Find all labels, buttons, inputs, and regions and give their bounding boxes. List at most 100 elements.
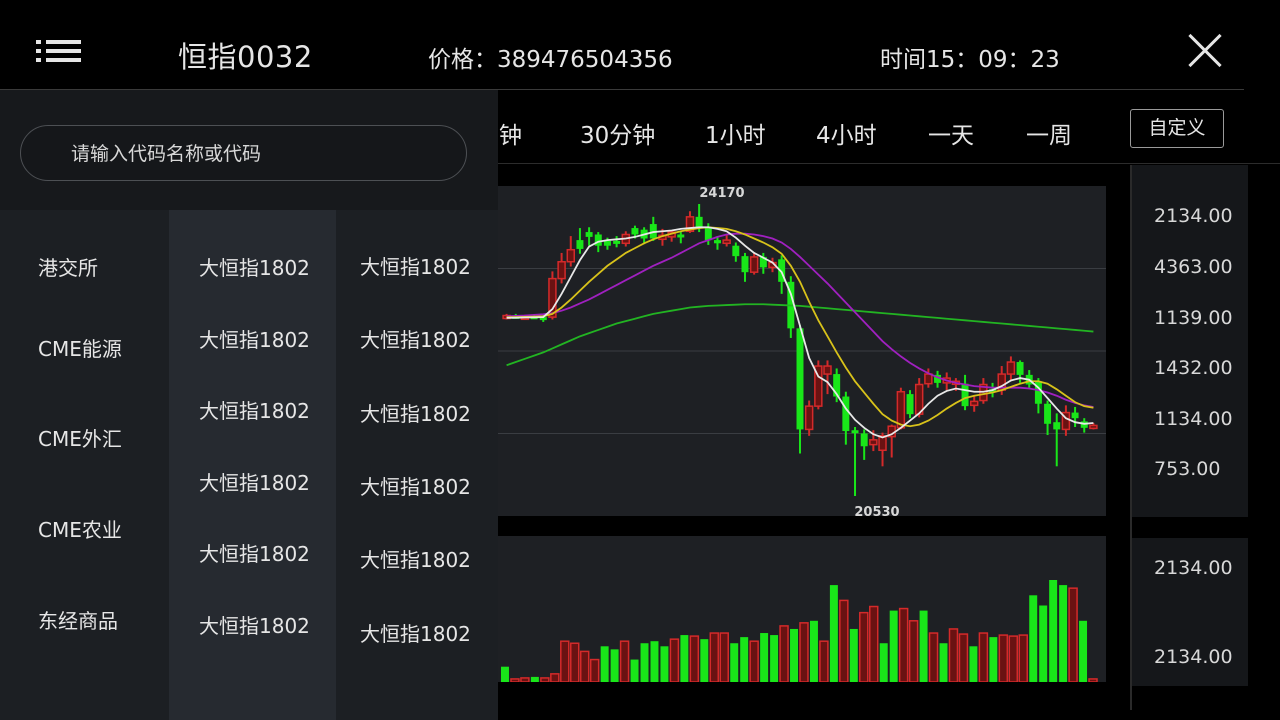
volume-bar [1008, 635, 1019, 682]
search-input[interactable] [69, 126, 453, 182]
volume-bar [779, 625, 789, 682]
volume-bar [869, 605, 879, 682]
category-item[interactable]: CME能源 [38, 333, 122, 362]
category-item[interactable]: 东经商品 [38, 605, 118, 634]
contract-item[interactable]: 大恒指1802 [199, 324, 310, 353]
contract-item[interactable]: 大恒指1802 [199, 395, 310, 424]
tab-period-30min[interactable]: 30分钟 [580, 116, 655, 150]
instrument-title: 恒指0032 [178, 40, 313, 74]
volume-bar [589, 658, 600, 682]
candle-body [823, 365, 832, 375]
category-item[interactable]: CME外汇 [38, 423, 122, 452]
candle-body [842, 396, 850, 432]
candle-body [924, 373, 933, 385]
category-item[interactable]: 港交所 [38, 252, 98, 281]
contract-item[interactable]: 大恒指1802 [360, 544, 471, 573]
candle-body [594, 234, 602, 246]
price-axis-label: 1139.00 [1154, 307, 1233, 329]
volume-bar [1059, 585, 1068, 682]
price-axis-label: 1432.00 [1154, 357, 1233, 379]
candle-body [576, 240, 584, 249]
volume-bar [610, 649, 619, 682]
volume-bar [1029, 595, 1038, 682]
contract-list-2: 大恒指1802 大恒指1802 大恒指1802 大恒指1802 大恒指1802 … [336, 210, 498, 720]
candle-body [961, 383, 969, 407]
candle-body [896, 390, 906, 429]
volume-bar [700, 639, 709, 682]
volume-bar [958, 633, 969, 682]
volume-bar [550, 673, 560, 682]
candle-body [851, 430, 859, 434]
candle-body [741, 256, 749, 273]
volume-axis-label: 2134.00 [1154, 557, 1233, 579]
instrument-drawer: 港交所 CME能源 CME外汇 CME农业 东经商品 大恒指1802 大恒指18… [0, 90, 498, 720]
tab-period-4h[interactable]: 4小时 [816, 116, 877, 150]
top-bar: 恒指0032 价格：389476504356 时间15：09：23 [0, 0, 1280, 90]
custom-period-button[interactable]: 自定义 [1130, 109, 1224, 148]
candle-body [566, 248, 576, 263]
search-box[interactable] [20, 125, 467, 182]
candle-body [631, 228, 639, 235]
volume-bar [689, 635, 700, 682]
axis-divider [1130, 165, 1132, 710]
candlestick-svg: 24170 20530 [498, 186, 1106, 516]
volume-bar [740, 637, 749, 682]
volume-bar [1049, 580, 1058, 682]
candle-body [969, 400, 979, 407]
candle-body [695, 216, 703, 228]
volume-bar [978, 632, 989, 682]
volume-bar [889, 610, 898, 682]
price-axis-label: 753.00 [1154, 458, 1221, 480]
category-list: 港交所 CME能源 CME外汇 CME农业 东经商品 [0, 210, 169, 720]
contract-item[interactable]: 大恒指1802 [360, 618, 471, 647]
volume-bar [760, 633, 769, 682]
volume-bar [630, 659, 639, 682]
volume-bar [660, 646, 669, 682]
volume-bar [730, 643, 739, 682]
volume-bar [1018, 634, 1028, 682]
candlestick-chart[interactable]: 24170 20530 [498, 186, 1106, 516]
candle-body [677, 234, 685, 238]
contract-item[interactable]: 大恒指1802 [199, 467, 310, 496]
volume-axis: 2134.00 2134.00 [1132, 538, 1248, 686]
candle-body [906, 394, 914, 415]
volume-bar [948, 628, 959, 682]
candle-body [732, 245, 740, 257]
volume-bar [650, 641, 659, 682]
volume-bar [879, 643, 888, 682]
volume-bar [859, 611, 869, 682]
price-axis: 2134.00 4363.00 1139.00 1432.00 1134.00 … [1132, 165, 1248, 517]
volume-bar [709, 632, 720, 682]
volume-bar [829, 585, 838, 682]
tab-period-1w[interactable]: 一周 [1026, 116, 1072, 150]
volume-axis-label: 2134.00 [1154, 646, 1233, 668]
candle-body [860, 433, 868, 447]
hamburger-menu-icon[interactable] [36, 40, 82, 70]
contract-item[interactable]: 大恒指1802 [199, 610, 310, 639]
low-price-annotation: 20530 [854, 505, 899, 516]
volume-bar [790, 628, 799, 682]
volume-bar [898, 607, 909, 682]
contract-item[interactable]: 大恒指1802 [360, 251, 471, 280]
candle-body [869, 439, 878, 446]
volume-bar [1068, 587, 1078, 682]
contract-item[interactable]: 大恒指1802 [360, 471, 471, 500]
tab-period-1h[interactable]: 1小时 [705, 116, 766, 150]
price-axis-label: 1134.00 [1154, 408, 1233, 430]
volume-chart[interactable] [498, 536, 1106, 682]
candle-body [1053, 422, 1061, 430]
volume-bar [570, 642, 580, 682]
candle-body [722, 239, 731, 245]
tab-period-1d[interactable]: 一天 [928, 116, 974, 150]
category-item[interactable]: CME农业 [38, 514, 122, 543]
high-price-annotation: 24170 [699, 186, 744, 201]
close-icon[interactable] [1188, 34, 1222, 68]
candle-body [1016, 362, 1024, 375]
volume-bar [510, 678, 520, 682]
contract-item[interactable]: 大恒指1802 [360, 324, 471, 353]
contract-item[interactable]: 大恒指1802 [199, 538, 310, 567]
contract-item[interactable]: 大恒指1802 [360, 398, 471, 427]
candle-body [1044, 403, 1052, 424]
contract-item[interactable]: 大恒指1802 [199, 252, 310, 281]
volume-bar [939, 643, 948, 682]
